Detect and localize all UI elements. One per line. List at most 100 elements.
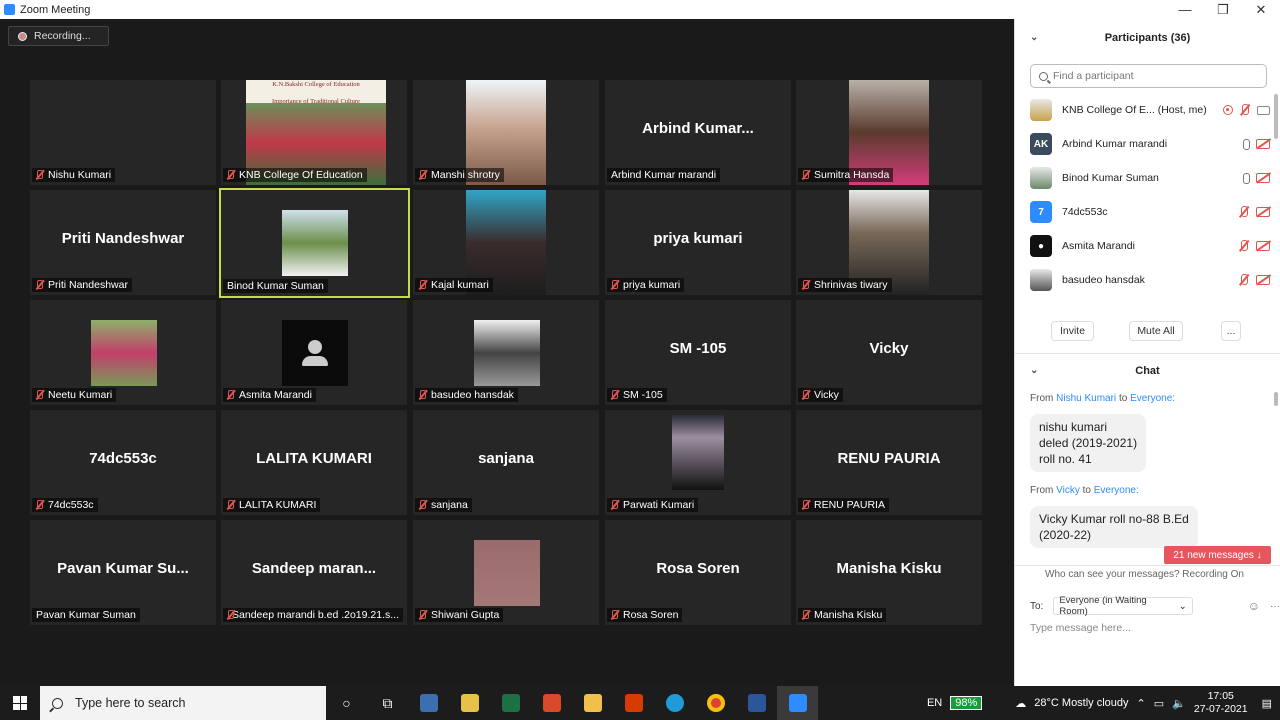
task-view-icon[interactable]: ⧉ xyxy=(367,686,408,720)
emoji-icon[interactable]: ☺ xyxy=(1248,599,1260,613)
participant-video-tile[interactable]: Neetu Kumari xyxy=(30,300,216,405)
participant-video-tile[interactable]: basudeo hansdak xyxy=(413,300,599,405)
network-icon[interactable]: ▭ xyxy=(1154,697,1164,710)
mic-muted-icon xyxy=(800,170,810,180)
participant-row[interactable]: AK Arbind Kumar marandi xyxy=(1030,129,1270,159)
participant-video-tile[interactable]: Nishu Kumari xyxy=(30,80,216,185)
participant-video-tile[interactable]: Manshi shrotry xyxy=(413,80,599,185)
participant-video-tile[interactable]: RENU PAURIA RENU PAURIA xyxy=(796,410,982,515)
mic-icon[interactable] xyxy=(1243,172,1250,184)
participant-video-tile[interactable]: SM -105 SM -105 xyxy=(605,300,791,405)
camera-off-icon[interactable] xyxy=(1256,139,1270,149)
participant-name-label: KNB College Of Education xyxy=(223,168,367,182)
participant-row[interactable]: basudeo hansdak xyxy=(1030,265,1270,295)
mic-muted-icon xyxy=(609,500,619,510)
participant-name: Asmita Marandi xyxy=(239,389,312,401)
chevron-up-icon[interactable]: ⌃ xyxy=(1137,697,1146,710)
participant-row[interactable]: KNB College Of E... (Host, me) xyxy=(1030,95,1270,125)
invite-button[interactable]: Invite xyxy=(1051,321,1094,341)
volume-icon[interactable]: 🔈 xyxy=(1172,697,1186,710)
participant-video-tile[interactable]: Shrinivas tiwary xyxy=(796,190,982,295)
collapse-chevron-icon[interactable]: ⌄ xyxy=(1030,32,1038,43)
mic-icon[interactable] xyxy=(1243,138,1250,150)
participant-display-name: RENU PAURIA xyxy=(837,450,941,467)
participant-row[interactable]: Binod Kumar Suman xyxy=(1030,163,1270,193)
participant-name: Neetu Kumari xyxy=(48,389,113,401)
participant-video-tile[interactable]: LALITA KUMARI LALITA KUMARI xyxy=(221,410,407,515)
acrobat-icon[interactable] xyxy=(531,686,572,720)
app-icon[interactable] xyxy=(408,686,449,720)
mic-muted-icon[interactable] xyxy=(1238,274,1250,286)
collapse-chevron-icon[interactable]: ⌄ xyxy=(1030,365,1038,376)
word-icon[interactable] xyxy=(736,686,777,720)
participant-video-tile[interactable]: Sumitra Hansda xyxy=(796,80,982,185)
clock[interactable]: 17:05 27-07-2021 xyxy=(1194,690,1248,716)
participant-video-tile[interactable]: priya kumari priya kumari xyxy=(605,190,791,295)
participant-video-tile[interactable]: Arbind Kumar... Arbind Kumar marandi xyxy=(605,80,791,185)
cortana-icon[interactable]: ○ xyxy=(326,686,367,720)
mute-all-button[interactable]: Mute All xyxy=(1129,321,1183,341)
close-button[interactable]: ✕ xyxy=(1242,2,1280,18)
zoom-taskbar-icon[interactable] xyxy=(777,686,818,720)
participant-video-tile[interactable]: Sandeep maran... Sandeep marandi b.ed .2o… xyxy=(221,520,407,625)
chrome-icon[interactable] xyxy=(695,686,736,720)
start-button[interactable] xyxy=(0,696,40,710)
participant-search-input[interactable]: Find a participant xyxy=(1030,64,1267,88)
new-messages-button[interactable]: 21 new messages ↓ xyxy=(1164,546,1271,564)
participant-video-tile[interactable]: Asmita Marandi xyxy=(221,300,407,405)
weather-text[interactable]: 28°C Mostly cloudy xyxy=(1034,697,1128,709)
language-indicator[interactable]: EN xyxy=(927,697,942,709)
more-options-button[interactable]: ... xyxy=(1221,321,1241,341)
mic-muted-icon xyxy=(417,170,427,180)
camera-off-icon[interactable] xyxy=(1256,173,1270,183)
recording-indicator[interactable]: Recording... xyxy=(8,26,109,46)
zoom-app-icon xyxy=(4,4,15,15)
chat-message-input[interactable]: Type message here... xyxy=(1030,622,1131,634)
participant-name-label: sanjana xyxy=(415,498,472,512)
participant-video-tile[interactable]: Binod Kumar Suman xyxy=(219,188,410,298)
maximize-button[interactable]: ❐ xyxy=(1204,2,1242,18)
who-can-see-link[interactable]: Who can see your messages? Recording On xyxy=(1045,569,1244,580)
chat-scrollbar[interactable] xyxy=(1274,392,1278,406)
participants-scrollbar[interactable] xyxy=(1274,94,1278,139)
participant-video-tile[interactable]: Shiwani Gupta xyxy=(413,520,599,625)
battery-indicator[interactable]: 98% xyxy=(950,696,983,710)
camera-off-icon[interactable] xyxy=(1256,207,1270,217)
minimize-button[interactable]: — xyxy=(1166,2,1204,18)
participant-row[interactable]: 7 74dc553c xyxy=(1030,197,1270,227)
participant-video-tile[interactable]: Pavan Kumar Su... Pavan Kumar Suman xyxy=(30,520,216,625)
more-chat-options-icon[interactable]: ··· xyxy=(1270,601,1280,612)
participant-video-tile[interactable]: K.N.Bakshi College of Education Importanc… xyxy=(221,80,407,185)
recipient-dropdown[interactable]: Everyone (in Waiting Room) ⌄ xyxy=(1053,595,1193,617)
store-icon[interactable] xyxy=(449,686,490,720)
participant-video-tile[interactable]: Priti Nandeshwar Priti Nandeshwar xyxy=(30,190,216,295)
mic-muted-icon[interactable] xyxy=(1238,206,1250,218)
mic-muted-icon xyxy=(34,170,44,180)
avatar: ● xyxy=(1030,235,1052,257)
notification-icon[interactable]: ▤ xyxy=(1262,697,1272,710)
edge-icon[interactable] xyxy=(654,686,695,720)
side-panel: ⌄ Participants (36) Find a participant K… xyxy=(1014,19,1280,686)
cloud-weather-icon: ☁ xyxy=(1015,697,1027,710)
mic-muted-icon[interactable] xyxy=(1238,240,1250,252)
participant-video-tile[interactable]: Rosa Soren Rosa Soren xyxy=(605,520,791,625)
participant-row[interactable]: ● Asmita Marandi xyxy=(1030,231,1270,261)
participant-video-tile[interactable]: Parwati Kumari xyxy=(605,410,791,515)
taskbar-search-box[interactable]: Type here to search xyxy=(40,686,326,720)
participant-video-tile[interactable]: Kajal kumari xyxy=(413,190,599,295)
office-icon[interactable] xyxy=(613,686,654,720)
camera-off-icon[interactable] xyxy=(1256,275,1270,285)
participant-name: Nishu Kumari xyxy=(48,169,112,181)
excel-icon[interactable] xyxy=(490,686,531,720)
file-explorer-icon[interactable] xyxy=(572,686,613,720)
participant-video-tile[interactable]: Vicky Vicky xyxy=(796,300,982,405)
participant-video-tile[interactable]: sanjana sanjana xyxy=(413,410,599,515)
participant-name: Sandeep marandi b.ed .2o19.21.s... xyxy=(232,609,399,621)
search-icon xyxy=(52,697,63,709)
camera-icon[interactable] xyxy=(1257,105,1270,115)
camera-off-icon[interactable] xyxy=(1256,241,1270,251)
mic-muted-icon[interactable] xyxy=(1239,104,1251,116)
participants-header: ⌄ Participants (36) xyxy=(1015,23,1280,53)
participant-video-tile[interactable]: 74dc553c 74dc553c xyxy=(30,410,216,515)
participant-video-tile[interactable]: Manisha Kisku Manisha Kisku xyxy=(796,520,982,625)
